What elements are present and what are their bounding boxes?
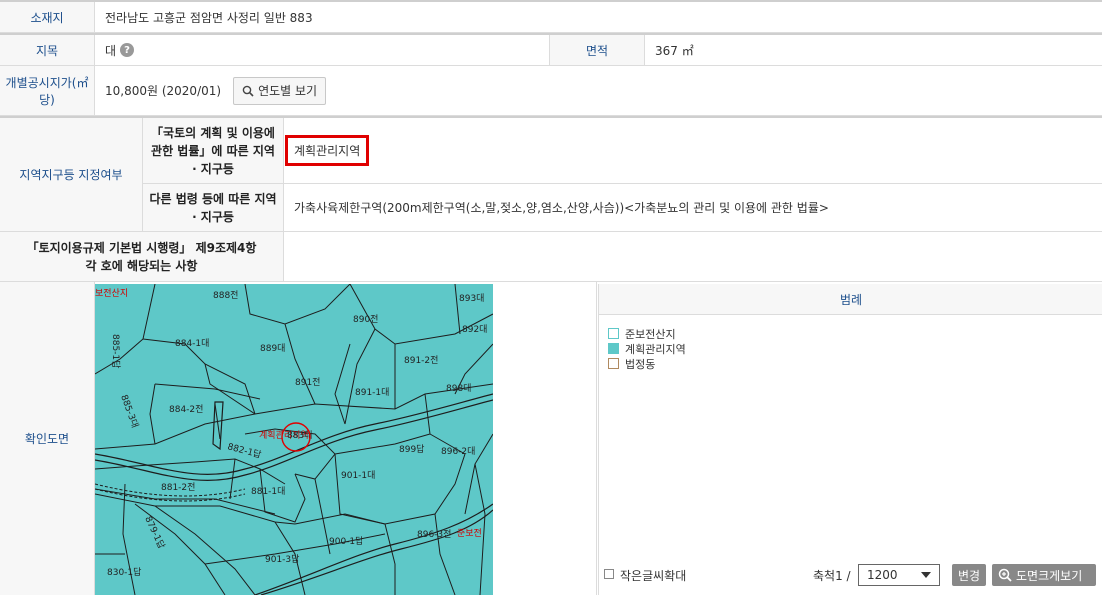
zoning-group-label: 지역지구등 지정여부 [0, 118, 143, 232]
parcel-label: 884-1대 [175, 338, 209, 349]
parcel-map[interactable]: 888전 893대 890전 892대 884-1대 889대 891-2전 8… [95, 284, 493, 595]
parcel-label: 893대 [459, 293, 484, 304]
scale-select[interactable]: 1200 [858, 564, 940, 586]
location-value: 전라남도 고흥군 점암면 사정리 일반 883 [95, 2, 1102, 33]
chevron-down-icon [921, 572, 931, 578]
legend-item: 법정동 [608, 356, 686, 371]
decree-value [284, 232, 1102, 282]
parcel-label: 898대 [446, 383, 471, 394]
view-by-year-button[interactable]: 연도별 보기 [233, 76, 327, 105]
enlarge-map-label: 도면크게보기 [1016, 568, 1083, 583]
price-label: 개별공시지가(㎡당) [0, 66, 95, 116]
location-label: 소재지 [0, 2, 95, 33]
parcel-label: 830-1답 [107, 566, 141, 578]
legend-item-label: 법정동 [625, 357, 656, 371]
search-icon [242, 85, 254, 97]
parcel-label: 899답 [399, 443, 424, 455]
small-text-zoom-label: 작은글씨확대 [620, 569, 687, 583]
parcel-label: 885-1답 [110, 334, 122, 368]
map-spacer [493, 282, 597, 595]
scale-label: 축척1 / [813, 569, 851, 583]
parcel-label: 891전 [295, 377, 320, 388]
legend-swatch [608, 328, 619, 339]
legend-swatch [608, 358, 619, 369]
land-use-info-page: 소재지 전라남도 고흥군 점암면 사정리 일반 883 지목 대 ? 면적 36… [0, 0, 1102, 595]
legend-item-label: 계획관리지역 [625, 342, 686, 356]
zoom-in-icon [998, 568, 1012, 582]
parcel-label: 889대 [260, 343, 285, 354]
view-by-year-label: 연도별 보기 [258, 84, 318, 98]
national-planning-law-label: 「국토의 계획 및 이용에 관한 법률」에 따른 지역 · 지구등 [143, 118, 284, 184]
price-value: 10,800원 (2020/01) [105, 84, 222, 98]
change-scale-label: 변경 [958, 568, 981, 583]
other-laws-value: 가축사육제한구역(200m제한구역(소,말,젖소,양,염소,산양,사슴))<가축… [284, 184, 1102, 232]
parcel-label: 891-1대 [355, 387, 389, 398]
parcel-label: 892대 [462, 324, 487, 335]
parcel-label: 901-1대 [341, 470, 375, 481]
map-label: 확인도면 [0, 282, 95, 595]
land-category-label: 지목 [0, 35, 95, 66]
parcel-label: 896-2대 [441, 446, 475, 457]
parcel-label: 884-2전 [169, 404, 203, 415]
parcel-label: 준보전 [457, 528, 482, 539]
parcel-label: 888전 [213, 290, 238, 301]
map-toolbar: 작은글씨확대 축척1 / 1200 변경 도면크게보기 [599, 556, 1102, 595]
parcel-label: 901-3답 [265, 553, 299, 565]
parcel-label: 881-2전 [161, 482, 195, 493]
legend-item-label: 준보전산지 [625, 327, 676, 341]
planning-management-zone-value: 계획관리지역 [285, 135, 370, 166]
legend-item: 계획관리지역 [608, 341, 686, 356]
change-scale-button[interactable]: 변경 [952, 564, 987, 586]
legend-panel: 범례 준보전산지 계획관리지역 법정동 작은글씨확대 축척1 / 1200 변경… [598, 284, 1102, 595]
parcel-label: 890전 [353, 314, 378, 325]
decree-label: 「토지이용규제 기본법 시행령」 제9조제4항 각 호에 해당되는 사항 [0, 232, 284, 282]
area-value: 367 ㎡ [645, 35, 1102, 66]
other-laws-label: 다른 법령 등에 따른 지역 · 지구등 [143, 184, 284, 232]
legend-swatch [608, 343, 619, 354]
price-cell: 10,800원 (2020/01) 연도별 보기 [95, 66, 1102, 116]
enlarge-map-button[interactable]: 도면크게보기 [992, 564, 1096, 586]
land-category-cell: 대 ? [95, 35, 550, 66]
national-planning-law-cell: 계획관리지역 [284, 118, 1102, 184]
land-category-value: 대 [105, 43, 117, 58]
parcel-label: 896-3전 [417, 529, 451, 540]
area-label: 면적 [550, 35, 645, 66]
legend-item: 준보전산지 [608, 326, 686, 341]
scale-value: 1200 [867, 568, 898, 582]
parcel-label: 881-1대 [251, 486, 285, 497]
parcel-label: 891-2전 [404, 355, 438, 366]
parcel-label: 보전산지 [95, 288, 128, 299]
help-icon[interactable]: ? [120, 43, 135, 57]
small-text-zoom-checkbox[interactable] [604, 569, 614, 579]
legend-title: 범례 [599, 284, 1102, 315]
legend-list: 준보전산지 계획관리지역 법정동 [608, 326, 686, 371]
parcel-label: 900-1답 [329, 535, 363, 547]
